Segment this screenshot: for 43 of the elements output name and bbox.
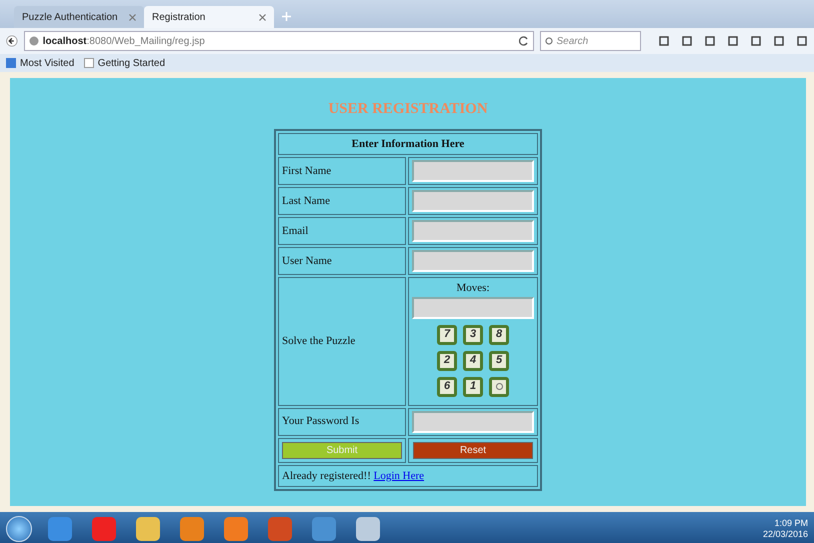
- field-label: First Name: [278, 157, 406, 185]
- reset-button[interactable]: Reset: [413, 442, 533, 458]
- field-label: Email: [278, 217, 406, 245]
- url-text: localhost:8080/Web_Mailing/reg.jsp: [42, 34, 205, 48]
- puzzle-tile[interactable]: 8: [489, 324, 509, 344]
- close-icon[interactable]: [129, 14, 136, 20]
- reload-icon[interactable]: [518, 36, 529, 46]
- puzzle-tile[interactable]: 4: [463, 350, 483, 370]
- field-label: Last Name: [278, 187, 406, 215]
- search-field[interactable]: Search: [540, 31, 641, 51]
- login-link[interactable]: Login Here: [374, 470, 424, 482]
- start-button[interactable]: [6, 516, 32, 542]
- new-tab-icon[interactable]: [282, 12, 291, 21]
- puzzle-tile[interactable]: 3: [463, 324, 483, 344]
- moves-label: Moves:: [456, 281, 490, 296]
- text-input[interactable]: [412, 220, 534, 242]
- puzzle-tile[interactable]: 7: [437, 324, 457, 344]
- form-heading: Enter Information Here: [278, 132, 538, 155]
- search-icon: [544, 36, 554, 46]
- puzzle-tile[interactable]: 2: [437, 350, 457, 370]
- clock-time: 1:09 PM: [773, 518, 808, 528]
- moves-input[interactable]: [412, 296, 534, 318]
- bookmark-link[interactable]: Most Visited: [20, 56, 74, 70]
- page-title: USER REGISTRATION: [328, 100, 488, 119]
- puzzle-tile[interactable]: 6: [437, 376, 457, 396]
- puzzle-tile[interactable]: 1: [463, 376, 483, 396]
- bookmark-link[interactable]: Getting Started: [98, 56, 166, 70]
- address-bar[interactable]: localhost:8080/Web_Mailing/reg.jsp: [24, 31, 534, 51]
- field-label: User Name: [278, 247, 406, 275]
- clock-date: 22/03/2016: [762, 528, 808, 540]
- text-input[interactable]: [412, 160, 534, 182]
- page-icon: [84, 58, 94, 68]
- browser-tab[interactable]: Puzzle Authentication: [14, 6, 144, 28]
- blank-puzzle-tile[interactable]: [489, 376, 509, 396]
- footer-text: Already registered!!: [282, 470, 372, 482]
- field-label: Your Password Is: [278, 408, 406, 436]
- text-input[interactable]: [412, 250, 534, 272]
- puzzle-tile[interactable]: 5: [489, 350, 509, 370]
- close-icon[interactable]: [259, 14, 266, 20]
- text-input[interactable]: [412, 190, 534, 212]
- field-label: Solve the Puzzle: [278, 277, 406, 406]
- browser-tab[interactable]: Registration: [144, 6, 274, 28]
- password-input[interactable]: [412, 410, 534, 432]
